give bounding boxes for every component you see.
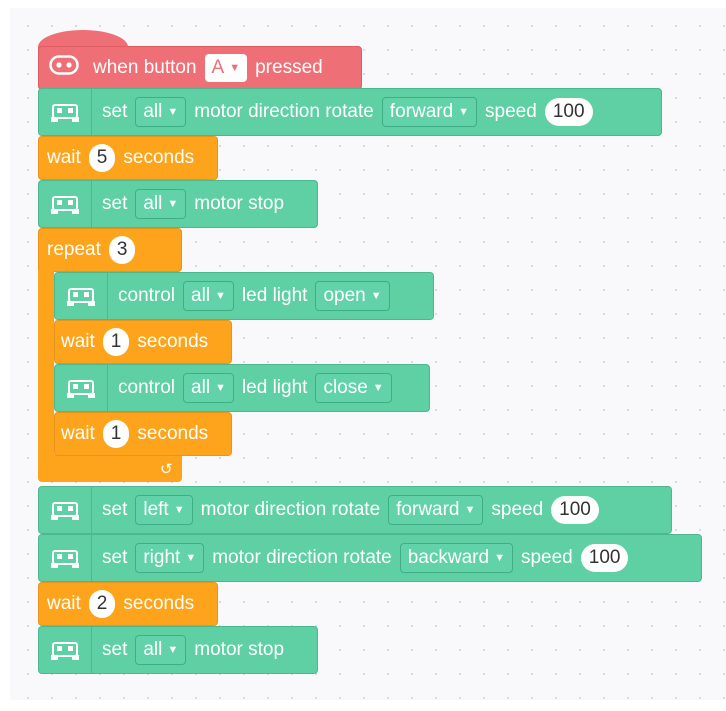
led-state-dropdown[interactable]: open ▼: [315, 281, 390, 311]
robot-car-icon: [55, 273, 108, 319]
caret-down-icon: ▼: [167, 644, 179, 656]
caret-down-icon: ▼: [167, 198, 179, 210]
seconds-label: seconds: [123, 593, 195, 614]
control-led-light-block[interactable]: control all ▼ led light open ▼: [54, 272, 434, 320]
led-light-label: led light: [241, 377, 308, 398]
direction-select-value: forward: [389, 101, 454, 122]
direction-select-dropdown[interactable]: forward ▼: [381, 97, 478, 127]
wait-seconds-input[interactable]: 5: [88, 144, 116, 172]
motor-select-value: right: [143, 547, 181, 568]
when-button-pressed-block[interactable]: when button A ▼ pressed: [38, 46, 362, 90]
motor-stop-label: motor stop: [194, 193, 285, 214]
motor-select-dropdown[interactable]: all ▼: [135, 635, 187, 665]
wait-block[interactable]: wait 1 seconds: [54, 412, 232, 456]
loop-arrow-icon: ↺: [160, 461, 173, 478]
led-state-dropdown[interactable]: close ▼: [315, 373, 392, 403]
caret-down-icon: ▼: [372, 382, 384, 394]
motor-select-dropdown[interactable]: left ▼: [135, 495, 193, 525]
wait-label: wait: [47, 147, 81, 168]
speed-input[interactable]: 100: [544, 98, 593, 126]
caret-down-icon: ▼: [167, 106, 179, 118]
set-motor-stop-block[interactable]: set all ▼ motor stop: [38, 180, 318, 228]
repeat-label: repeat: [47, 239, 101, 260]
motor-select-value: all: [143, 101, 163, 122]
led-state-value: open: [323, 285, 366, 306]
motor-select-dropdown[interactable]: right ▼: [135, 543, 205, 573]
repeat-block-arm: [38, 270, 54, 456]
robot-car-icon: [39, 181, 92, 227]
speed-label: speed: [485, 101, 537, 122]
motor-direction-label: motor direction rotate: [200, 499, 381, 520]
motor-select-value: all: [143, 639, 163, 660]
motor-select-value: all: [143, 193, 163, 214]
caret-down-icon: ▼: [370, 290, 382, 302]
caret-down-icon: ▼: [173, 504, 185, 516]
set-motor-direction-block[interactable]: set right ▼ motor direction rotate backwa…: [38, 534, 702, 582]
robot-car-icon: [39, 535, 92, 581]
speed-label: speed: [491, 499, 544, 520]
button-select-dropdown[interactable]: A ▼: [204, 54, 248, 82]
button-icon: [49, 55, 79, 81]
direction-select-dropdown[interactable]: backward ▼: [399, 543, 513, 573]
caret-down-icon: ▼: [215, 382, 226, 394]
led-select-value: all: [191, 377, 211, 398]
repeat-block[interactable]: repeat 3: [38, 228, 182, 272]
led-light-label: led light: [241, 285, 308, 306]
wait-label: wait: [61, 331, 95, 352]
motor-direction-label: motor direction rotate: [212, 547, 392, 568]
motor-select-dropdown[interactable]: all ▼: [135, 189, 187, 219]
direction-select-dropdown[interactable]: forward ▼: [388, 495, 484, 525]
seconds-label: seconds: [123, 147, 195, 168]
repeat-count-input[interactable]: 3: [108, 236, 136, 264]
led-state-value: close: [323, 377, 368, 398]
hat-suffix-text: pressed: [255, 57, 323, 78]
led-select-value: all: [191, 285, 211, 306]
set-label: set: [102, 499, 128, 520]
set-label: set: [102, 639, 128, 660]
motor-select-value: left: [143, 499, 169, 520]
motor-stop-label: motor stop: [194, 639, 285, 660]
robot-car-icon: [55, 365, 108, 411]
direction-select-value: forward: [396, 499, 460, 520]
wait-seconds-input[interactable]: 1: [102, 420, 130, 448]
caret-down-icon: ▼: [215, 290, 226, 302]
hat-prefix-text: when button: [93, 57, 197, 78]
robot-car-icon: [39, 89, 92, 135]
direction-select-value: backward: [407, 547, 490, 568]
control-led-light-block[interactable]: control all ▼ led light close ▼: [54, 364, 430, 412]
wait-seconds-input[interactable]: 1: [102, 328, 130, 356]
wait-block[interactable]: wait 5 seconds: [38, 136, 218, 180]
caret-down-icon: ▼: [494, 552, 505, 564]
speed-input[interactable]: 100: [551, 496, 599, 524]
control-label: control: [118, 377, 176, 398]
control-label: control: [118, 285, 176, 306]
led-select-dropdown[interactable]: all ▼: [183, 281, 234, 311]
robot-car-icon: [39, 627, 92, 673]
led-select-dropdown[interactable]: all ▼: [183, 373, 234, 403]
set-motor-stop-block[interactable]: set all ▼ motor stop: [38, 626, 318, 674]
set-motor-direction-block[interactable]: set all ▼ motor direction rotate forward ▼…: [38, 88, 662, 136]
wait-block[interactable]: wait 2 seconds: [38, 582, 218, 626]
button-select-value: A: [211, 57, 225, 78]
seconds-label: seconds: [137, 331, 209, 352]
motor-select-dropdown[interactable]: all ▼: [135, 97, 187, 127]
caret-down-icon: ▼: [464, 504, 476, 516]
speed-input[interactable]: 100: [580, 544, 629, 572]
set-motor-direction-block[interactable]: set left ▼ motor direction rotate forward…: [38, 486, 672, 534]
wait-label: wait: [47, 593, 81, 614]
wait-label: wait: [61, 423, 95, 444]
caret-down-icon: ▼: [458, 106, 470, 118]
set-label: set: [102, 193, 128, 214]
wait-seconds-input[interactable]: 2: [88, 590, 116, 618]
seconds-label: seconds: [137, 423, 209, 444]
speed-label: speed: [520, 547, 573, 568]
set-label: set: [102, 101, 128, 122]
robot-car-icon: [39, 487, 92, 533]
set-label: set: [102, 547, 128, 568]
caret-down-icon: ▼: [185, 552, 197, 564]
caret-down-icon: ▼: [229, 62, 241, 74]
motor-direction-label: motor direction rotate: [194, 101, 374, 122]
wait-block[interactable]: wait 1 seconds: [54, 320, 232, 364]
